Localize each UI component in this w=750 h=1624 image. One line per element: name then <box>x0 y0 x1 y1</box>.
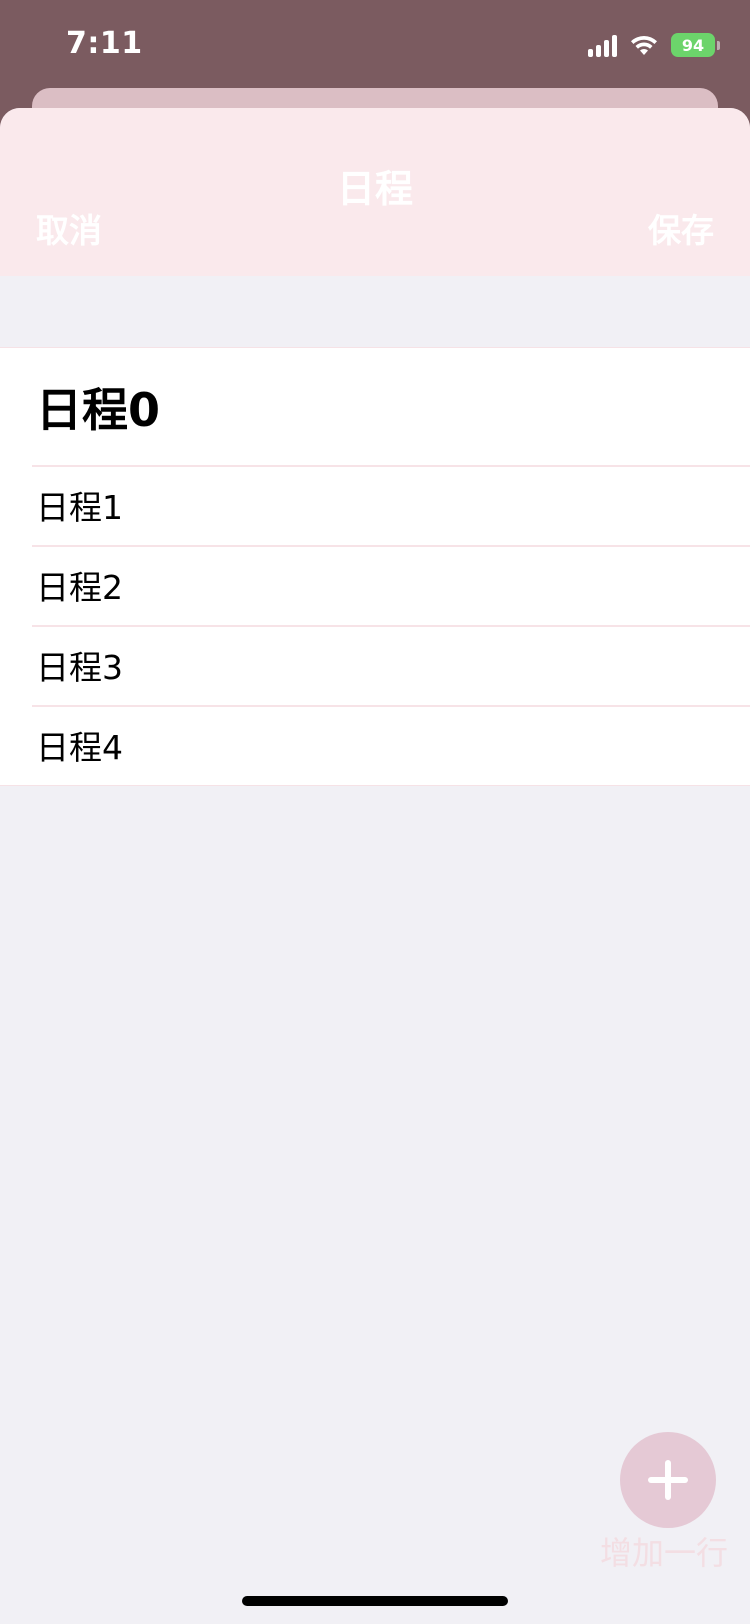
status-indicators: 94 <box>588 30 720 60</box>
list-item[interactable]: 日程1 <box>0 465 750 545</box>
add-row-button[interactable] <box>620 1432 716 1528</box>
list-item[interactable]: 日程2 <box>0 545 750 625</box>
status-time: 7:11 <box>66 26 143 61</box>
home-indicator[interactable] <box>242 1596 508 1606</box>
battery-level: 94 <box>671 33 715 57</box>
cancel-button[interactable]: 取消 <box>36 204 102 252</box>
nav-bar: 日程 取消 保存 <box>0 108 750 276</box>
list-item-label: 日程1 <box>36 488 123 527</box>
add-row-label[interactable]: 增加一行 <box>594 1528 734 1574</box>
list-item[interactable]: 日程4 <box>0 705 750 785</box>
modal-sheet: 日程 取消 保存 日程0 日程1 日程2 日程3 日程4 <box>0 108 750 1624</box>
page-title: 日程 <box>336 167 413 211</box>
schedule-list: 日程0 日程1 日程2 日程3 日程4 <box>0 347 750 786</box>
wifi-icon <box>631 35 657 55</box>
list-item-label: 日程2 <box>36 568 123 607</box>
battery-icon: 94 <box>671 33 720 57</box>
plus-icon <box>648 1460 688 1500</box>
screen: 7:11 94 日程 取消 保存 日程0 日程1 日程2 日程3 日程4 增加一… <box>0 0 750 1624</box>
list-item-label: 日程3 <box>36 648 123 687</box>
list-item[interactable]: 日程3 <box>0 625 750 705</box>
list-item-label: 日程4 <box>36 728 123 767</box>
list-item-label: 日程0 <box>36 382 161 437</box>
list-item[interactable]: 日程0 <box>0 348 750 465</box>
status-bar: 7:11 94 <box>0 0 750 90</box>
cellular-signal-icon <box>588 33 617 57</box>
save-button[interactable]: 保存 <box>648 204 714 252</box>
